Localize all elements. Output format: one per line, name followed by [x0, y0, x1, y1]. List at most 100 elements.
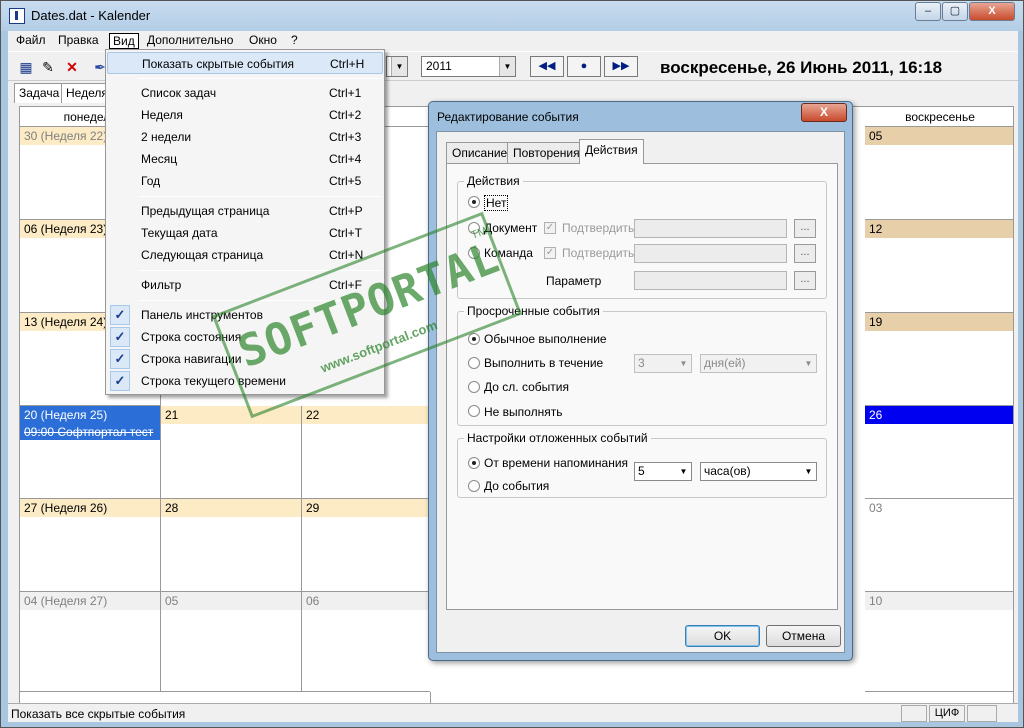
- parameter-input[interactable]: [634, 271, 787, 290]
- tab-actions[interactable]: Действия: [579, 139, 644, 164]
- menu-item-2-weeks[interactable]: 2 недели Ctrl+3: [107, 126, 383, 148]
- day-label: 06: [302, 592, 430, 610]
- day-cell-selected[interactable]: 20 (Неделя 25) 09:00 Софтпортал тест: [20, 406, 161, 499]
- day-label: 12: [865, 220, 1013, 238]
- menu-edit[interactable]: Правка: [55, 33, 102, 49]
- radio-execute-within[interactable]: [468, 357, 480, 369]
- day-cell[interactable]: 10: [865, 592, 1013, 692]
- menu-item-show-hidden[interactable]: Показать скрытые события Ctrl+H: [107, 52, 383, 74]
- menu-file[interactable]: Файл: [13, 33, 49, 49]
- day-cell[interactable]: 22: [302, 406, 430, 499]
- browse-command-button[interactable]: ...: [794, 244, 816, 263]
- tab-repeats[interactable]: Повторения: [507, 142, 586, 163]
- day-label: 03: [865, 499, 1013, 517]
- maximize-button[interactable]: ▢: [942, 2, 968, 21]
- check-icon: ✓: [110, 371, 130, 391]
- menu-item-task-list[interactable]: Список задач Ctrl+1: [107, 82, 383, 104]
- menu-separator: [138, 78, 382, 79]
- edit-icon[interactable]: ✎: [39, 58, 57, 76]
- menu-item-year[interactable]: Год Ctrl+5: [107, 170, 383, 192]
- day-label: 10: [865, 592, 1013, 610]
- day-label: 22: [302, 406, 430, 424]
- day-cell[interactable]: 27 (Неделя 26): [20, 499, 161, 592]
- menu-item-next-page[interactable]: Следующая страница Ctrl+N: [107, 244, 383, 266]
- confirm-checkbox-document[interactable]: ✓: [544, 222, 556, 234]
- browse-document-button[interactable]: ...: [794, 219, 816, 238]
- menu-extra[interactable]: Дополнительно: [144, 33, 236, 49]
- document-path-input[interactable]: [634, 219, 787, 238]
- today-button[interactable]: ●: [567, 56, 601, 77]
- menu-view[interactable]: Вид: [109, 33, 139, 49]
- day-cell[interactable]: 03: [865, 499, 1013, 592]
- day-cell[interactable]: 05: [865, 127, 1013, 220]
- radio-none[interactable]: [468, 196, 480, 208]
- day-cell[interactable]: 19: [865, 313, 1013, 406]
- day-cell[interactable]: 29: [302, 499, 430, 592]
- cancel-button[interactable]: Отмена: [766, 625, 841, 647]
- menu-item-current-date[interactable]: Текущая дата Ctrl+T: [107, 222, 383, 244]
- ok-button[interactable]: OK: [685, 625, 760, 647]
- menu-separator: [138, 196, 382, 197]
- confirm-checkbox-command[interactable]: ✓: [544, 247, 556, 259]
- status-bar: Показать все скрытые события ЦИФ: [8, 703, 1018, 722]
- calendar-event[interactable]: 09:00 Софтпортал тест: [20, 424, 160, 440]
- dialog-body: Описание Повторения Действия Действия Не…: [436, 131, 845, 653]
- radio-from-reminder[interactable]: [468, 457, 480, 469]
- header-sunday: воскресенье: [865, 107, 1013, 127]
- day-cell[interactable]: 21: [161, 406, 302, 499]
- within-value-combo[interactable]: 3 ▼: [634, 354, 692, 373]
- within-unit-combo[interactable]: дня(ей) ▼: [700, 354, 817, 373]
- menu-window[interactable]: Окно: [246, 33, 280, 49]
- radio-until-next[interactable]: [468, 381, 480, 393]
- parameter-label: Параметр: [546, 274, 602, 288]
- group-title: Настройки отложенных событий: [464, 431, 651, 445]
- prev-page-button[interactable]: ◀◀: [530, 56, 564, 77]
- day-label: 05: [161, 592, 301, 610]
- browse-parameter-button[interactable]: ...: [794, 271, 816, 290]
- close-button[interactable]: X: [969, 2, 1015, 21]
- calendar-icon[interactable]: ▦: [17, 58, 35, 76]
- dialog-title: Редактирование события: [437, 110, 579, 124]
- day-label: 28: [161, 499, 301, 517]
- actions-group: Действия Нет Документ ✓ Подтвердить ... …: [457, 174, 827, 299]
- postpone-value-combo[interactable]: 5 ▼: [634, 462, 692, 481]
- tab-task[interactable]: Задача: [14, 83, 65, 103]
- chevron-down-icon: ▼: [391, 57, 407, 76]
- delete-icon[interactable]: ✕: [63, 58, 81, 76]
- command-input[interactable]: [634, 244, 787, 263]
- radio-normal-label: Обычное выполнение: [484, 332, 607, 346]
- minimize-button[interactable]: ‒: [915, 2, 941, 21]
- radio-dont-execute[interactable]: [468, 405, 480, 417]
- menu-item-week[interactable]: Неделя Ctrl+2: [107, 104, 383, 126]
- day-label: 04 (Неделя 27): [20, 592, 160, 610]
- year-combo[interactable]: 2011 ▼: [421, 56, 516, 77]
- current-datetime: воскресенье, 26 Июнь 2011, 16:18: [660, 58, 943, 77]
- actions-tab-panel: Действия Нет Документ ✓ Подтвердить ... …: [446, 163, 838, 610]
- radio-from-reminder-label: От времени напоминания: [484, 456, 629, 470]
- day-cell[interactable]: 04 (Неделя 27): [20, 592, 161, 692]
- day-label: 20 (Неделя 25): [20, 406, 160, 424]
- check-icon: ✓: [110, 305, 130, 325]
- radio-before-event[interactable]: [468, 480, 480, 492]
- next-page-button[interactable]: ▶▶: [604, 56, 638, 77]
- postpone-unit-combo[interactable]: часа(ов) ▼: [700, 462, 817, 481]
- day-label: 05: [865, 127, 1013, 145]
- tab-description[interactable]: Описание: [446, 142, 514, 163]
- menu-item-prev-page[interactable]: Предыдущая страница Ctrl+P: [107, 200, 383, 222]
- radio-normal-execution[interactable]: [468, 333, 480, 345]
- dialog-close-button[interactable]: X: [801, 103, 847, 122]
- confirm-label: Подтвердить: [562, 246, 635, 260]
- day-cell[interactable]: 28: [161, 499, 302, 592]
- chevron-down-icon: ▼: [804, 359, 813, 368]
- chevron-down-icon: ▼: [679, 359, 688, 368]
- month-combo[interactable]: ▼: [386, 56, 408, 77]
- menu-item-month[interactable]: Месяц Ctrl+4: [107, 148, 383, 170]
- num-lock-indicator: ЦИФ: [929, 705, 965, 722]
- day-label: 21: [161, 406, 301, 424]
- day-cell[interactable]: 06: [302, 592, 430, 692]
- status-panel: [967, 705, 997, 722]
- day-cell-today[interactable]: 26: [865, 406, 1013, 499]
- day-cell[interactable]: 12: [865, 220, 1013, 313]
- menu-help[interactable]: ?: [288, 33, 301, 49]
- day-cell[interactable]: 05: [161, 592, 302, 692]
